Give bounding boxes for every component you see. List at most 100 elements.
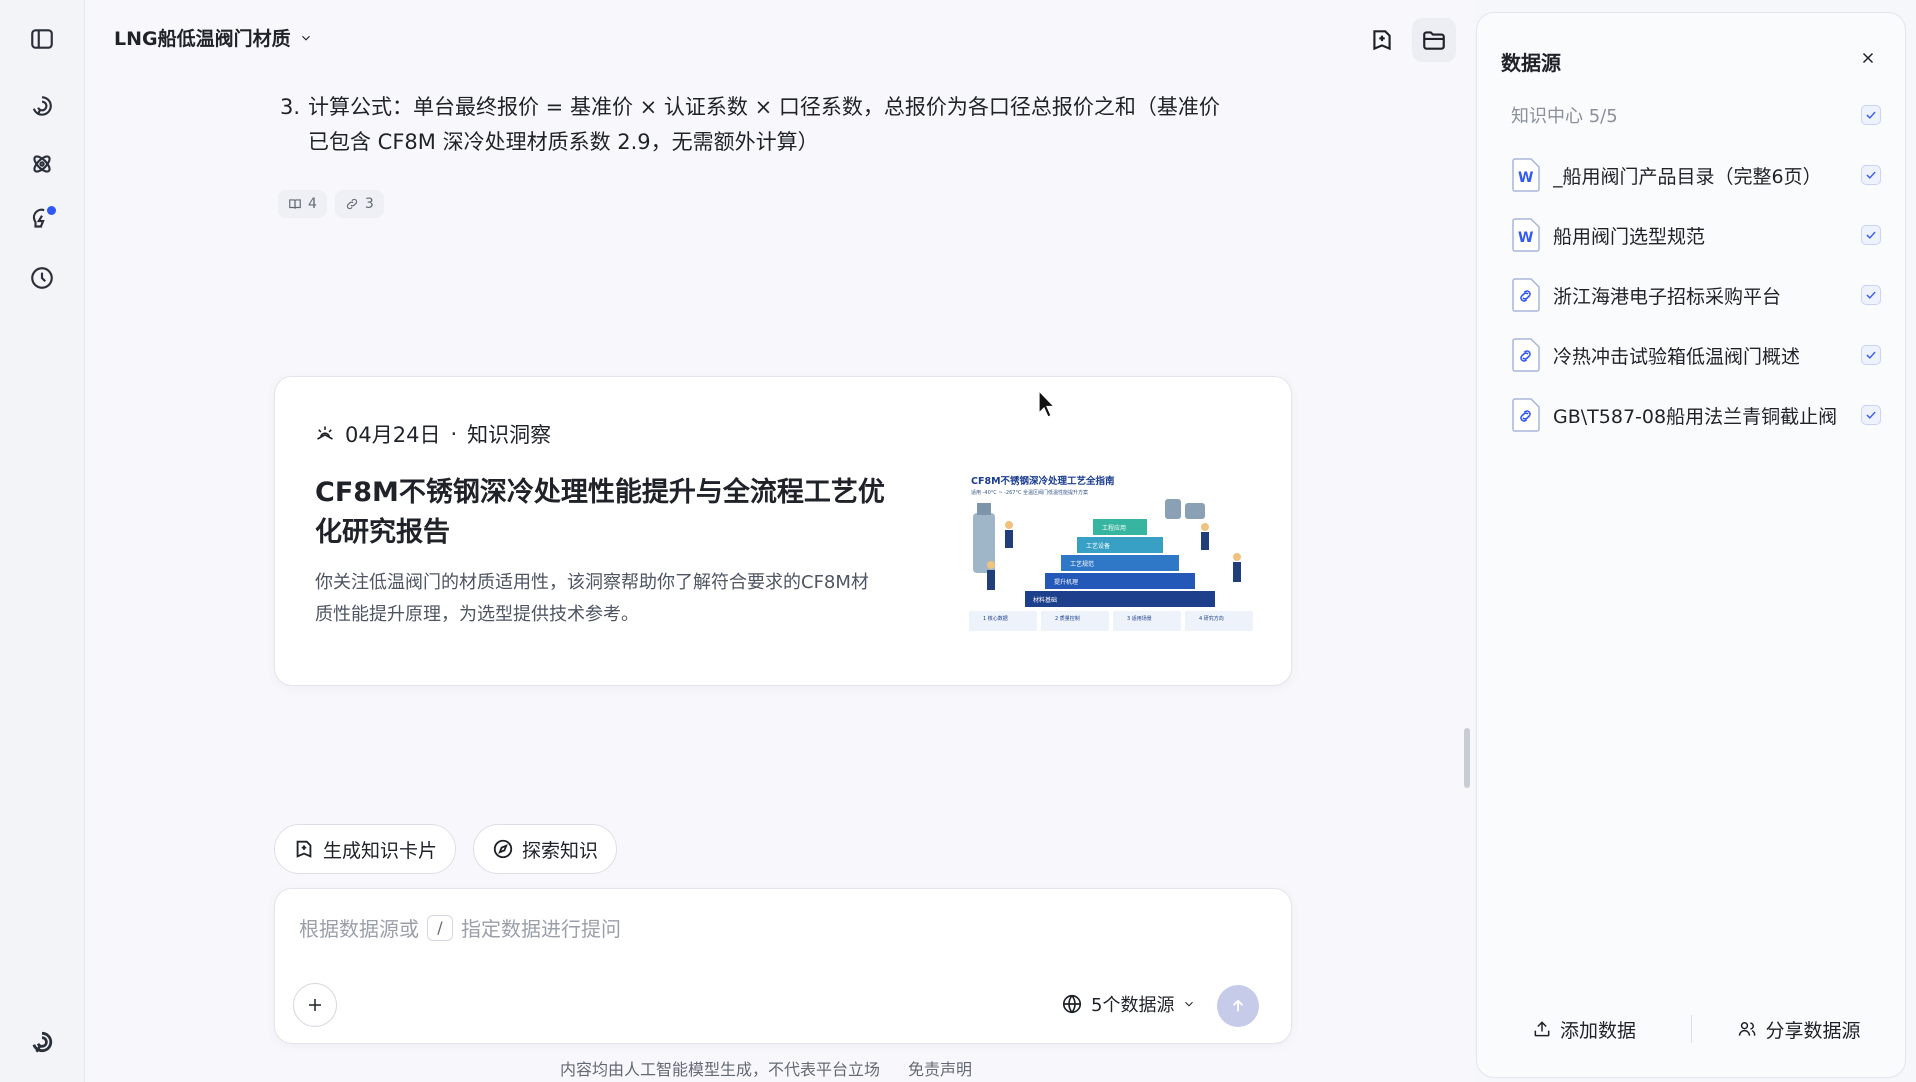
- globe-icon: [1062, 994, 1082, 1014]
- thumb-title: CF8M不锈钢深冷处理工艺全指南: [971, 475, 1115, 487]
- data-source-selector[interactable]: 5个数据源: [1061, 991, 1196, 1017]
- compass-icon: [493, 839, 513, 859]
- select-all-checkbox[interactable]: [1861, 105, 1881, 125]
- user-logo-button[interactable]: [24, 1024, 60, 1060]
- brand-swirl-icon: [32, 1031, 53, 1053]
- composer: 根据数据源或 / 指定数据进行提问 5个数据源: [274, 888, 1292, 1044]
- source-name: _船用阀门产品目录（完整6页）: [1553, 165, 1822, 188]
- mouse-cursor-icon: [1038, 390, 1056, 418]
- book-icon: [289, 199, 301, 209]
- atom-icon: [33, 155, 51, 173]
- source-checkbox[interactable]: [1861, 285, 1881, 305]
- left-rail: [0, 0, 85, 1082]
- checkmark-icon: [1866, 111, 1876, 119]
- source-name: 船用阀门选型规范: [1553, 225, 1706, 248]
- thumb-tier-5: 材料基础: [1033, 596, 1057, 604]
- checkmark-icon: [1866, 351, 1876, 359]
- source-checkbox[interactable]: [1861, 165, 1881, 185]
- formula-line-2: 已包含 CF8M 深冷处理材质系数 2.9，无需额外计算）: [308, 130, 819, 154]
- source-item[interactable]: 浙江海港电子招标采购平台: [1511, 273, 1881, 317]
- book-citation-count: 4: [308, 196, 317, 212]
- users-icon: [1739, 1022, 1756, 1036]
- thumb-tier-3: 工艺规范: [1070, 560, 1094, 568]
- share-label: 分享数据源: [1765, 1019, 1861, 1042]
- insight-separator: ·: [450, 422, 458, 446]
- plus-icon: [309, 999, 321, 1011]
- source-checkbox[interactable]: [1861, 405, 1881, 425]
- source-item[interactable]: W 船用阀门选型规范: [1511, 213, 1881, 257]
- sidebar-toggle-button[interactable]: [24, 21, 60, 57]
- sunrise-icon: [317, 426, 333, 440]
- thumb-card-2: 2 质量控制: [1055, 615, 1080, 622]
- atom-nav-button[interactable]: [24, 146, 60, 182]
- thumb-card-4: 4 研究方向: [1199, 615, 1224, 622]
- insight-meta: 04月24日 · 知识洞察: [315, 419, 551, 449]
- logo-nav-button[interactable]: [24, 88, 60, 124]
- link-file-icon: [1512, 278, 1540, 312]
- thumb-card-1: 1 核心数据: [983, 615, 1008, 622]
- source-name: 浙江海港电子招标采购平台: [1553, 285, 1782, 308]
- insight-nav-button[interactable]: [24, 202, 60, 238]
- thumb-subtitle: 适用 -40°C ~ -267°C 全温区阀门低温性能提升方案: [971, 489, 1088, 496]
- upload-icon: [1534, 1021, 1550, 1037]
- source-item[interactable]: GB\T587-08船用法兰青铜截止阀: [1511, 393, 1881, 437]
- thumb-card-3: 3 适用场景: [1127, 615, 1152, 622]
- question-input[interactable]: [297, 907, 1257, 947]
- insight-thumbnail-image: CF8M不锈钢深冷处理工艺全指南 适用 -40°C ~ -267°C 全温区阀门…: [965, 473, 1257, 633]
- notebook-title: LNG船低温阀门材质: [114, 28, 291, 50]
- list-number: 3.: [280, 95, 301, 119]
- insight-description: 你关注低温阀门的材质适用性，该洞察帮助你了解符合要求的CF8M材质性能提升原理，…: [315, 572, 869, 625]
- send-button[interactable]: [1217, 985, 1259, 1027]
- sidebar-toggle-icon: [31, 29, 53, 49]
- panel-title: 数据源: [1501, 51, 1561, 75]
- insight-category: 知识洞察: [467, 423, 552, 447]
- notebook-title-dropdown[interactable]: LNG船低温阀门材质: [114, 24, 313, 51]
- generate-knowledge-card-button[interactable]: 生成知识卡片: [274, 824, 457, 874]
- data-source-toolbar-button[interactable]: [1412, 18, 1456, 62]
- chevron-down-icon: [301, 35, 310, 41]
- source-item[interactable]: 冷热冲击试验箱低温阀门概述: [1511, 333, 1881, 377]
- panel-actions: 添加数据 分享数据源: [1477, 1009, 1907, 1049]
- chevron-down-icon: [1185, 1001, 1194, 1007]
- link-citation-chip[interactable]: 3: [334, 190, 384, 218]
- thumb-tier-4: 提升机理: [1054, 578, 1078, 586]
- history-nav-button[interactable]: [24, 260, 60, 296]
- formula-line-1: 计算公式：单台最终报价 = 基准价 × 认证系数 × 口径系数，总报价为各口径总…: [308, 95, 1220, 119]
- generate-card-label: 生成知识卡片: [323, 839, 438, 862]
- citation-chips: 4 3: [278, 190, 384, 218]
- source-item[interactable]: W _船用阀门产品目录（完整6页）: [1511, 153, 1881, 197]
- card-sparkle-icon: [296, 840, 312, 858]
- source-checkbox[interactable]: [1861, 345, 1881, 365]
- checkmark-icon: [1866, 291, 1876, 299]
- checkmark-icon: [1866, 411, 1876, 419]
- source-name: GB\T587-08船用法兰青铜截止阀: [1553, 405, 1838, 428]
- clock-icon: [31, 267, 53, 289]
- checkmark-icon: [1866, 231, 1876, 239]
- share-data-source-button[interactable]: 分享数据源: [1692, 1016, 1906, 1043]
- knowledge-center-group: 知识中心 5/5: [1511, 97, 1881, 133]
- close-panel-button[interactable]: [1853, 43, 1883, 73]
- link-citation-count: 3: [364, 196, 374, 212]
- svg-text:W: W: [1518, 170, 1533, 186]
- scrollbar[interactable]: [1464, 728, 1470, 788]
- attach-button[interactable]: [293, 983, 337, 1027]
- thumb-tier-2: 工艺设备: [1086, 542, 1110, 550]
- source-checkbox[interactable]: [1861, 225, 1881, 245]
- add-data-button[interactable]: 添加数据: [1477, 1016, 1691, 1043]
- link-file-icon: [1512, 398, 1540, 432]
- notification-dot: [47, 206, 56, 215]
- knowledge-card-toolbar-button[interactable]: [1360, 18, 1404, 62]
- folder-icon: [1423, 31, 1445, 50]
- thumb-tier-1: 工程应用: [1102, 524, 1126, 532]
- word-file-icon: W: [1512, 218, 1540, 252]
- explore-knowledge-button[interactable]: 探索知识: [473, 824, 618, 874]
- knowledge-insight-card[interactable]: 04月24日 · 知识洞察 CF8M不锈钢深冷处理性能提升与全流程工艺优化研究报…: [274, 376, 1292, 686]
- link-icon: [346, 198, 358, 210]
- book-citation-chip[interactable]: 4: [278, 190, 327, 218]
- disclaimer-link[interactable]: 免责声明: [908, 1056, 972, 1080]
- checkmark-icon: [1866, 171, 1876, 179]
- group-label: 知识中心 5/5: [1511, 106, 1618, 127]
- footer: 内容均由人工智能模型生成，不代表平台立场 免责声明: [560, 1056, 972, 1080]
- insight-title: CF8M不锈钢深冷处理性能提升与全流程工艺优化研究报告: [315, 477, 885, 548]
- word-file-icon: W: [1512, 158, 1540, 192]
